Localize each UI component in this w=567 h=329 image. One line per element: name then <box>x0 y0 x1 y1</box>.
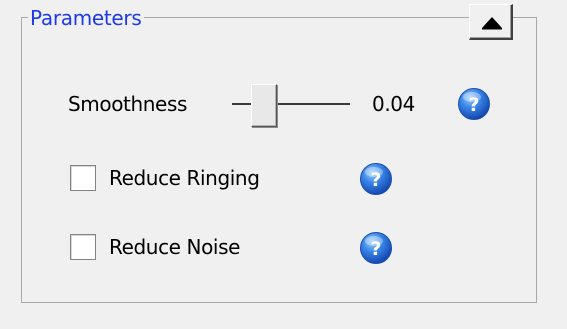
slider-track <box>232 103 350 105</box>
reduce-ringing-label: Reduce Ringing <box>109 166 260 190</box>
smoothness-value: 0.04 <box>372 92 415 116</box>
collapse-button[interactable] <box>469 4 513 40</box>
svg-text:?: ? <box>468 94 479 116</box>
reduce-ringing-checkbox[interactable] <box>70 165 96 191</box>
svg-text:?: ? <box>370 169 381 191</box>
up-triangle-icon <box>482 17 502 30</box>
smoothness-slider[interactable] <box>232 84 352 130</box>
parameters-groupbox <box>21 17 537 303</box>
reduce-noise-label: Reduce Noise <box>109 235 241 259</box>
svg-text:?: ? <box>370 238 381 260</box>
reduce-noise-checkbox[interactable] <box>70 234 96 260</box>
smoothness-help-icon[interactable]: ? <box>457 87 491 121</box>
reduce-ringing-help-icon[interactable]: ? <box>359 162 393 196</box>
reduce-noise-help-icon[interactable]: ? <box>359 231 393 265</box>
parameters-group-title: Parameters <box>28 6 145 30</box>
smoothness-label: Smoothness <box>68 92 187 116</box>
slider-thumb[interactable] <box>251 84 277 127</box>
